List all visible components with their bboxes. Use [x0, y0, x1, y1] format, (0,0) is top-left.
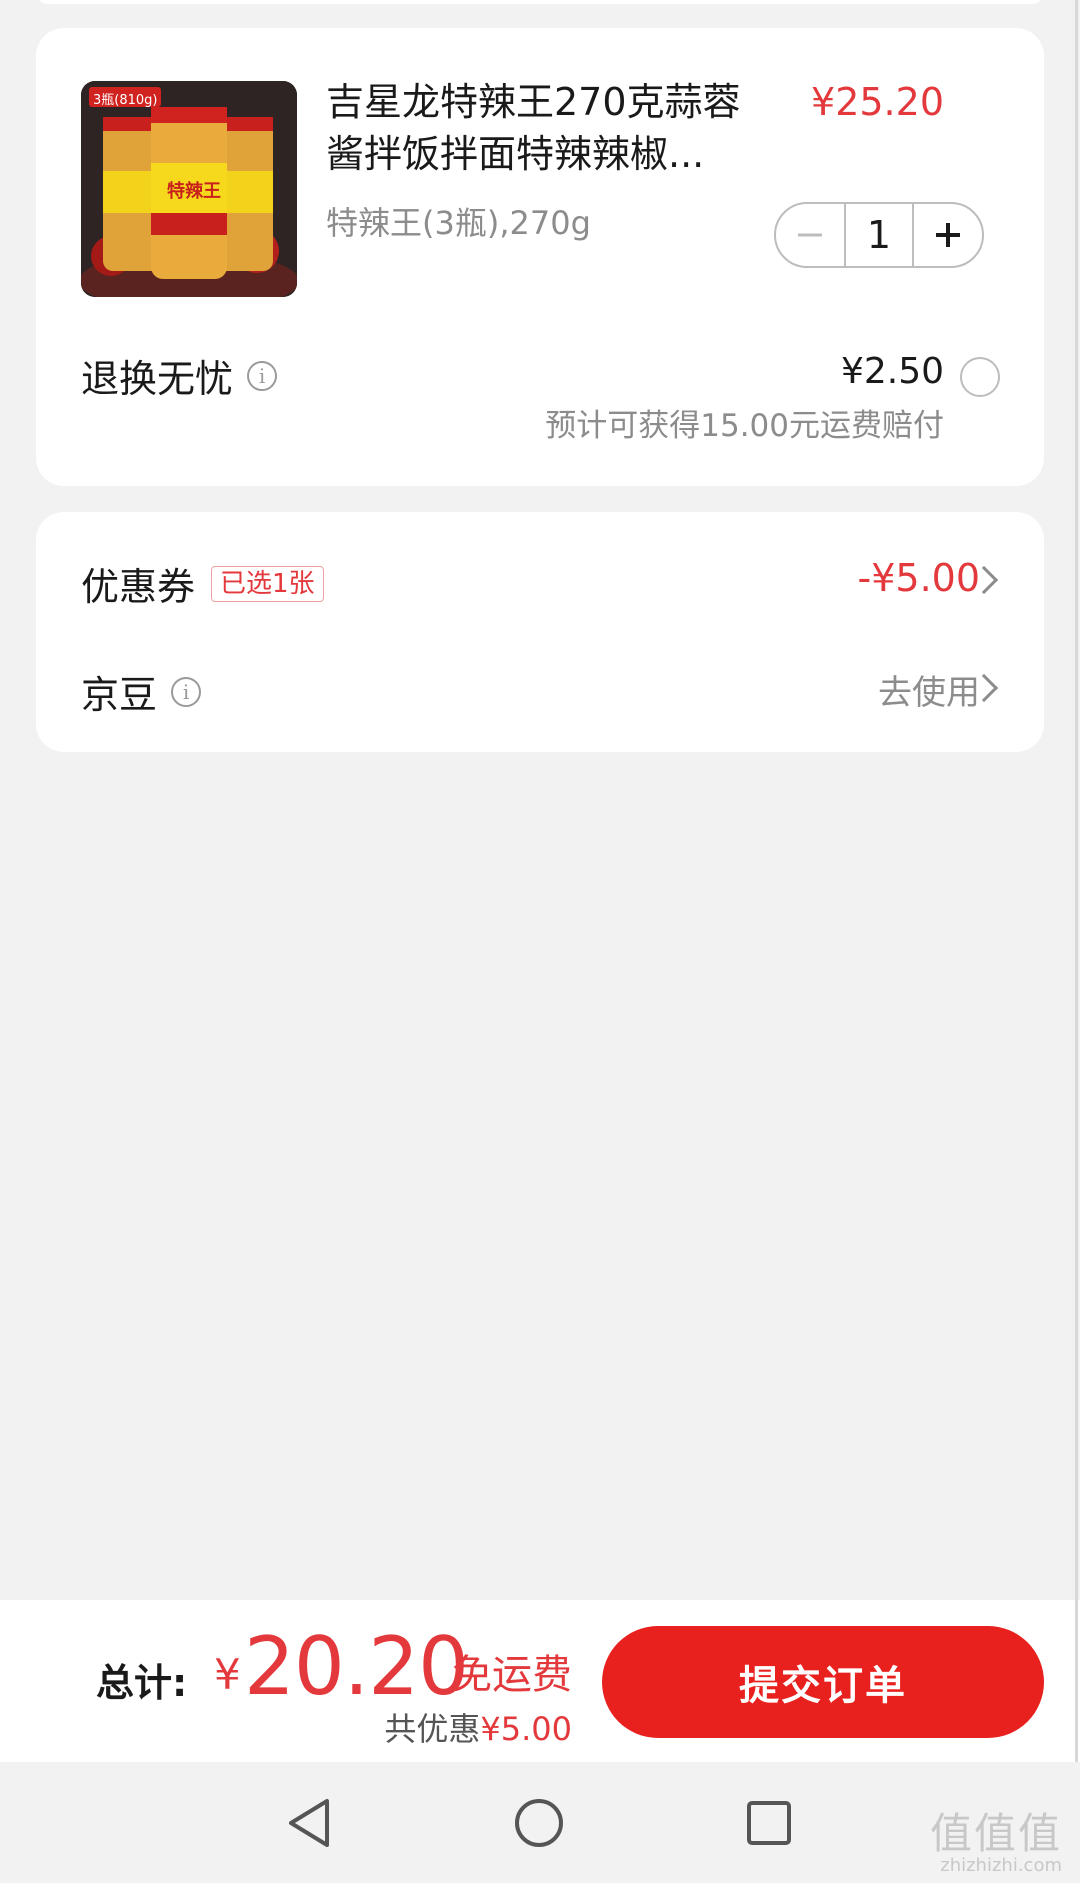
jar-label: 特辣王 [167, 181, 221, 202]
system-nav-bar [0, 1762, 1080, 1883]
service-label: 退换无忧 [81, 357, 234, 401]
minus-icon [798, 233, 822, 237]
jingdou-row[interactable]: 京豆 i [81, 664, 202, 719]
home-circle-icon [515, 1799, 563, 1847]
home-nav-button[interactable] [506, 1790, 572, 1856]
product-spec[interactable]: 特辣王(3瓶),270g [326, 198, 591, 244]
service-row-label: 退换无忧 i [81, 348, 278, 403]
recents-nav-button[interactable] [736, 1790, 802, 1856]
quantity-stepper: 1 [774, 202, 984, 268]
quantity-value[interactable]: 1 [844, 204, 914, 266]
saved-amount: ¥5.00 [480, 1710, 572, 1748]
saved-prefix: 共优惠 [384, 1710, 481, 1748]
total-label: 总计: [96, 1661, 188, 1705]
scrollbar[interactable] [1075, 0, 1078, 1762]
checkout-bar: 总计: ¥ 20.20 免运费 共优惠¥5.00 提交订单 [0, 1600, 1080, 1762]
total-currency: ¥ [214, 1650, 241, 1699]
watermark: 值值值 [929, 1809, 1062, 1858]
coupon-label: 优惠券 [81, 565, 196, 609]
coupon-row[interactable]: 优惠券 已选1张 [81, 556, 324, 611]
benefits-card: 优惠券 已选1张 京豆 i [36, 512, 1044, 752]
previous-card-edge [36, 0, 1044, 4]
shipping-status: 免运费 [452, 1652, 572, 1698]
saved-summary: 共优惠¥5.00 [384, 1704, 572, 1750]
watermark-url: zhizhizhi.com [940, 1855, 1062, 1876]
coupon-selected-tag: 已选1张 [211, 565, 324, 602]
product-title[interactable]: 吉星龙特辣王270克蒜蓉酱拌饭拌面特辣辣椒... [326, 76, 746, 180]
recents-square-icon [747, 1801, 791, 1845]
total-amount: 20.20 [244, 1620, 469, 1713]
submit-order-button[interactable]: 提交订单 [602, 1626, 1044, 1738]
jingdou-label: 京豆 [81, 673, 158, 717]
decrease-button[interactable] [776, 204, 844, 266]
coupon-discount: -¥5.00 [857, 556, 981, 600]
info-icon[interactable]: i [171, 676, 202, 707]
service-select-radio[interactable] [960, 357, 1000, 397]
image-tag: 3瓶(810g) [93, 93, 158, 108]
back-nav-button[interactable] [276, 1790, 342, 1856]
increase-button[interactable] [914, 204, 982, 266]
product-image[interactable]: 3瓶(810g) 特辣王 [81, 81, 297, 297]
back-triangle-icon [289, 1799, 329, 1847]
product-card: 3瓶(810g) 特辣王 吉星龙特辣王270克蒜蓉酱拌饭拌面特辣辣椒... ¥2… [36, 28, 1044, 486]
plus-icon [936, 223, 960, 247]
product-price: ¥25.20 [811, 80, 944, 124]
info-icon[interactable]: i [247, 360, 278, 391]
service-price: ¥2.50 [840, 351, 944, 392]
jingdou-use-link[interactable]: 去使用 [878, 665, 980, 714]
service-note: 预计可获得15.00元运费赔付 [545, 408, 944, 444]
